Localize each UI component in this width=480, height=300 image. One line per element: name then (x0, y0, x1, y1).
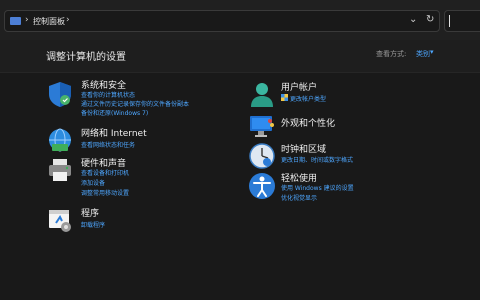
category-title[interactable]: 时钟和区域 (281, 142, 326, 155)
link-devices-printers[interactable]: 查看设备和打印机 (81, 168, 129, 177)
printer-icon[interactable] (46, 156, 74, 184)
address-bar[interactable]: › 控制面板 › ⌄ ↻ (4, 10, 440, 32)
programs-icon[interactable] (46, 206, 74, 234)
link-add-device[interactable]: 添加设备 (81, 178, 105, 187)
page-title: 调整计算机的设置 (46, 52, 126, 63)
uac-shield-icon (281, 94, 288, 101)
user-icon[interactable] (248, 80, 276, 108)
breadcrumb-control-panel[interactable]: 控制面板 (33, 16, 65, 27)
link-file-history[interactable]: 通过文件历史记录保存你的文件备份副本 (81, 99, 189, 108)
view-by-dropdown[interactable]: 类别 (416, 49, 430, 59)
shield-icon[interactable] (46, 80, 74, 108)
chevron-right-icon[interactable]: › (66, 15, 70, 25)
network-icon[interactable] (46, 126, 74, 154)
link-date-time-format[interactable]: 更改日期、时间或数字格式 (281, 155, 353, 164)
search-input[interactable] (444, 10, 480, 32)
refresh-icon[interactable]: ↻ (426, 14, 434, 25)
chevron-down-icon[interactable]: ▾ (430, 48, 434, 56)
control-panel-window: › 控制面板 › ⌄ ↻ 调整计算机的设置 查看方式: 类别 ▾ 系统和安全 查… (0, 0, 480, 300)
text-caret (449, 15, 450, 27)
link-backup-restore[interactable]: 备份和还原(Windows 7) (81, 108, 148, 117)
link-check-status[interactable]: 查看你的计算机状态 (81, 90, 135, 99)
chevron-right-icon[interactable]: › (25, 15, 29, 25)
address-toolbar: › 控制面板 › ⌄ ↻ (0, 0, 480, 41)
chevron-down-icon[interactable]: ⌄ (409, 14, 417, 25)
link-uninstall[interactable]: 卸载程序 (81, 220, 105, 229)
clock-icon[interactable] (248, 142, 276, 170)
link-recommended-settings[interactable]: 使用 Windows 建议的设置 (281, 183, 354, 192)
link-mobility-settings[interactable]: 调整常用移动设置 (81, 188, 129, 197)
view-by-label: 查看方式: (376, 50, 407, 58)
monitor-palette-icon[interactable] (248, 112, 276, 140)
link-network-status[interactable]: 查看网络状态和任务 (81, 140, 135, 149)
link-optimize-display[interactable]: 优化视觉显示 (281, 193, 317, 202)
category-title[interactable]: 用户帐户 (281, 80, 317, 93)
link-change-account-type[interactable]: 更改帐户类型 (290, 94, 326, 103)
category-title[interactable]: 网络和 Internet (81, 126, 147, 139)
category-title[interactable]: 程序 (81, 206, 99, 219)
page-header: 调整计算机的设置 查看方式: 类别 ▾ (0, 40, 480, 73)
control-panel-icon (10, 17, 21, 25)
accessibility-icon[interactable] (248, 172, 276, 200)
category-title[interactable]: 外观和个性化 (281, 116, 335, 129)
